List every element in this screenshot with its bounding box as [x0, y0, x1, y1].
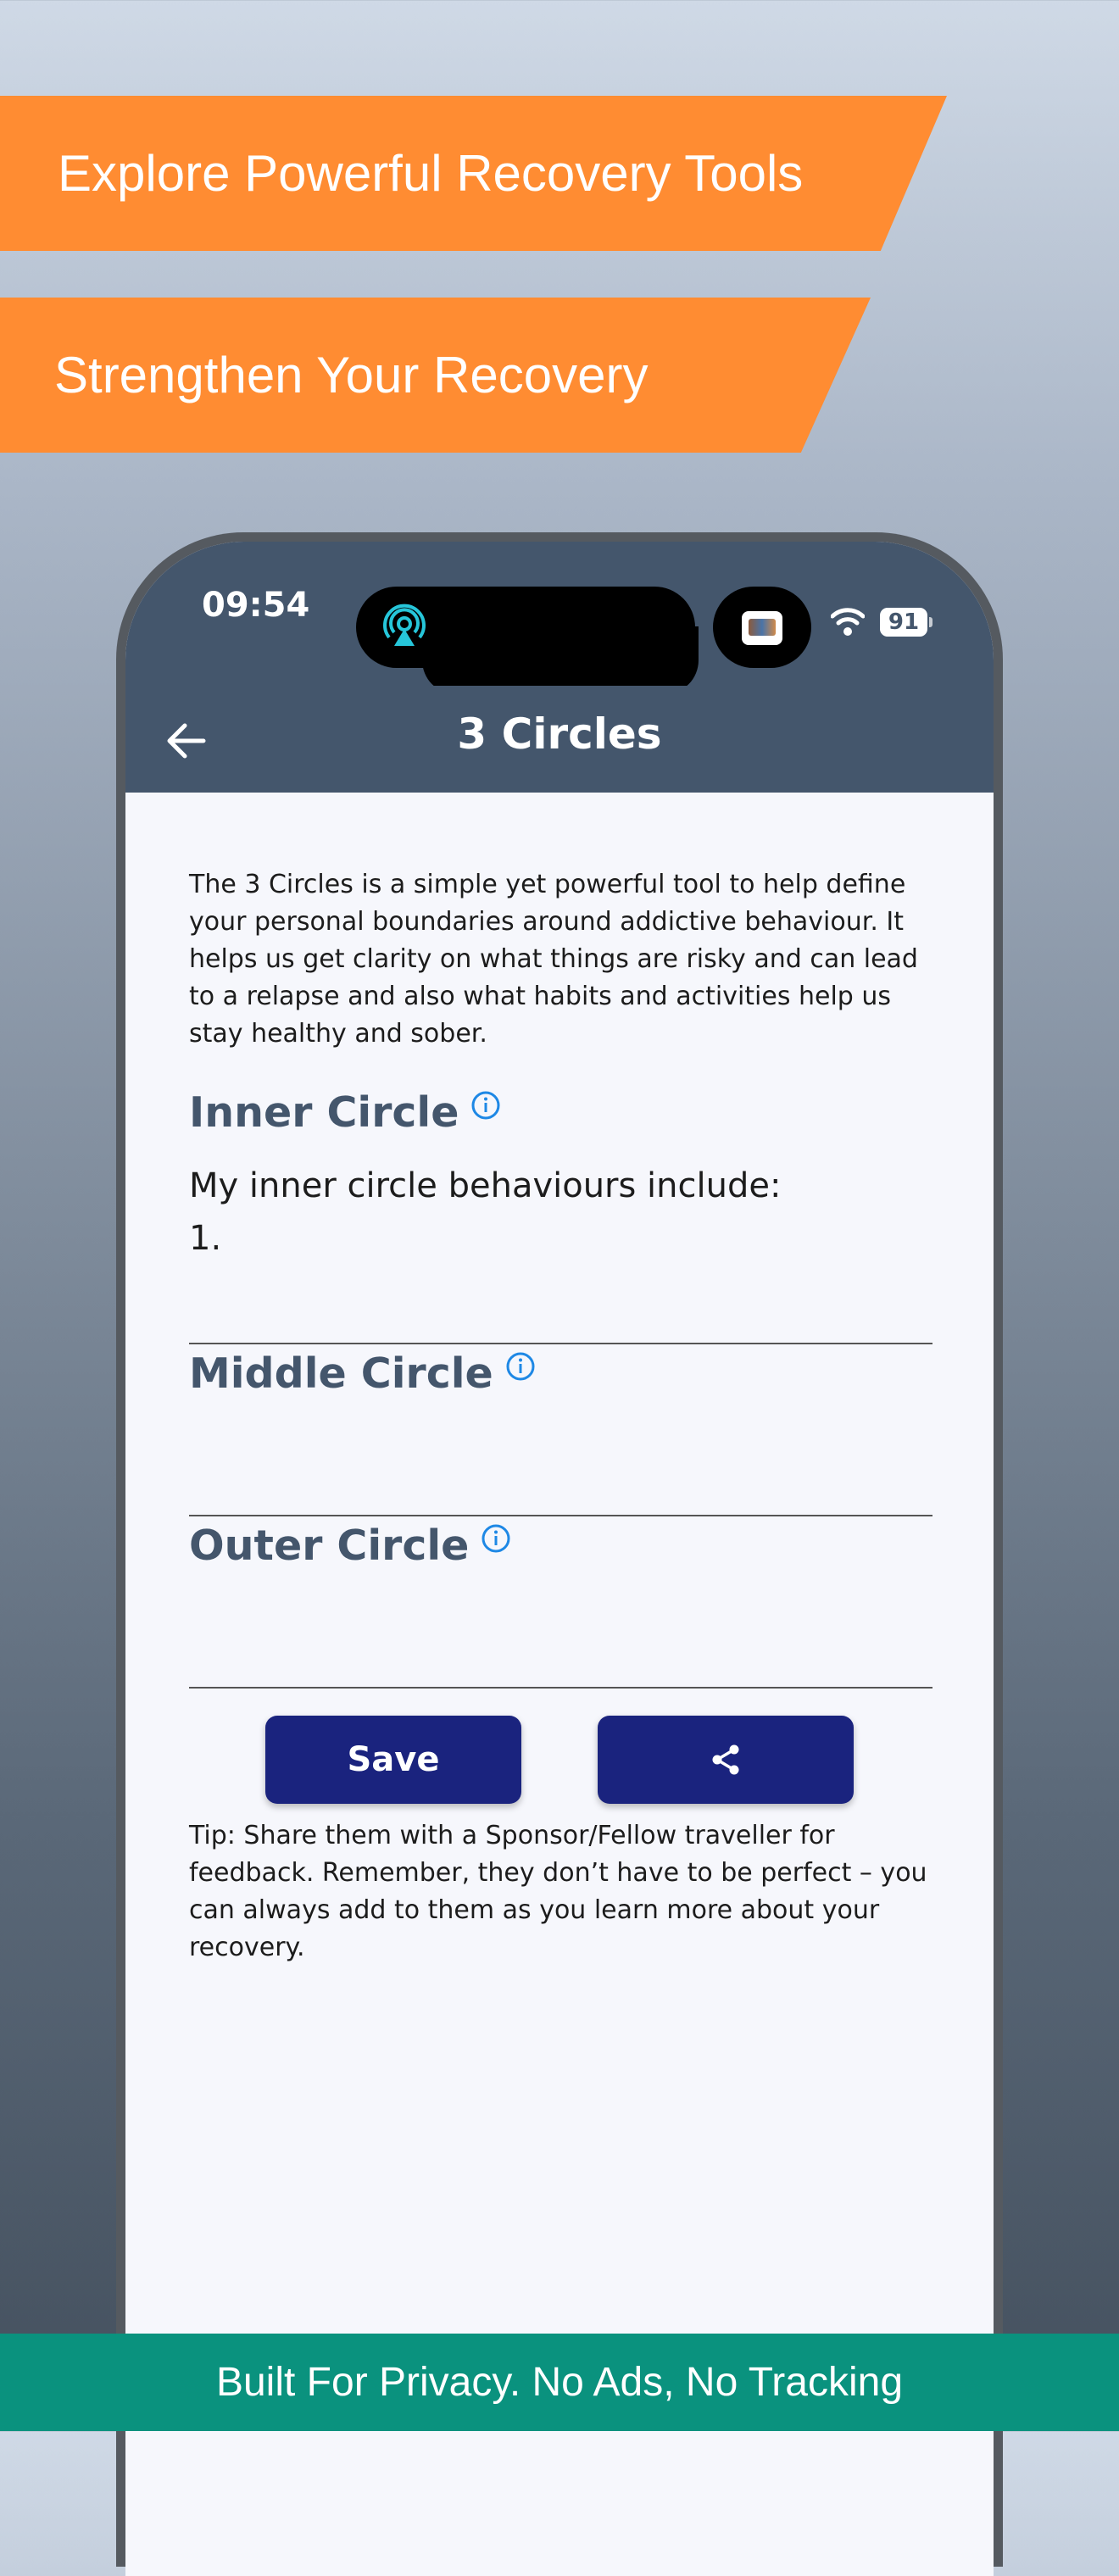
inner-circle-field[interactable]: My inner circle behaviours include: 1.: [189, 1160, 781, 1265]
share-button[interactable]: [598, 1716, 854, 1804]
promo-banner-top: Explore Powerful Recovery Tools: [0, 96, 947, 251]
save-button[interactable]: Save: [265, 1716, 521, 1804]
middle-circle-field[interactable]: [189, 1417, 932, 1511]
phone-frame: 09:54 91 3 Circles The 3 Circles is a si…: [116, 532, 1003, 2576]
battery-indicator: 91: [880, 608, 927, 637]
tip-text: Tip: Share them with a Sponsor/Fellow tr…: [189, 1821, 927, 1962]
page-title: 3 Circles: [457, 709, 662, 759]
save-button-label: Save: [347, 1740, 440, 1779]
info-icon[interactable]: [481, 1523, 511, 1554]
outer-circle-heading: Outer Circle: [189, 1522, 511, 1570]
outer-circle-underline: [189, 1687, 932, 1689]
live-activity-app-icon: [742, 611, 782, 645]
privacy-footer-text: Built For Privacy. No Ads, No Tracking: [215, 2360, 904, 2405]
promo-banner-second-text: Strengthen Your Recovery: [54, 347, 649, 403]
battery-cap: [929, 617, 932, 627]
inner-circle-title: Inner Circle: [189, 1088, 459, 1137]
inner-circle-prompt: My inner circle behaviours include:: [189, 1166, 782, 1205]
wifi-icon: [831, 608, 865, 636]
middle-circle-underline: [189, 1515, 932, 1516]
dynamic-island-extension: [422, 626, 699, 694]
inner-circle-heading: Inner Circle: [189, 1088, 501, 1137]
info-icon[interactable]: [470, 1090, 501, 1121]
intro-text: The 3 Circles is a simple yet powerful t…: [189, 870, 918, 1049]
inner-circle-underline: [189, 1343, 932, 1344]
promo-banner-top-text: Explore Powerful Recovery Tools: [58, 145, 804, 202]
privacy-footer: Built For Privacy. No Ads, No Tracking: [0, 2334, 1119, 2431]
outer-circle-title: Outer Circle: [189, 1522, 470, 1570]
promo-banner-second: Strengthen Your Recovery: [0, 298, 871, 453]
airplay-audio-icon: [383, 604, 426, 646]
app-bar: 3 Circles: [125, 686, 994, 793]
info-icon[interactable]: [505, 1351, 536, 1382]
status-time: 09:54: [202, 586, 310, 625]
share-icon: [712, 1744, 739, 1775]
phone-screen: 09:54 91 3 Circles The 3 Circles is a si…: [125, 542, 994, 2576]
inner-circle-value[interactable]: 1.: [189, 1212, 781, 1265]
outer-circle-field[interactable]: [189, 1589, 932, 1683]
status-bar: 09:54 91: [125, 542, 994, 694]
main-content: The 3 Circles is a simple yet powerful t…: [189, 866, 932, 1689]
middle-circle-heading: Middle Circle: [189, 1349, 536, 1398]
middle-circle-title: Middle Circle: [189, 1349, 493, 1398]
